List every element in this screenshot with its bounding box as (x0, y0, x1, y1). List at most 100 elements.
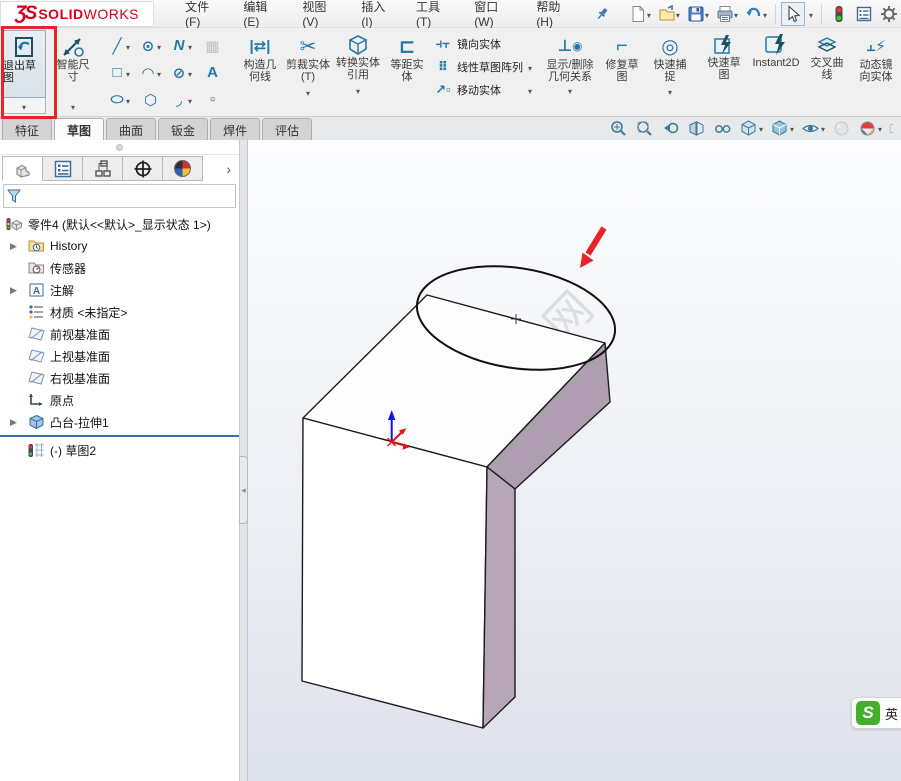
mirror-entities-button[interactable]: ⫞⫟ 镜向实体 (432, 34, 534, 54)
relations-caret-icon (568, 83, 572, 97)
tree-item-boss-extrude[interactable]: 凸台-拉伸1 (0, 411, 239, 433)
hide-show-items-button[interactable] (801, 119, 825, 138)
move-entities-button[interactable]: ↗▫ 移动实体 (432, 80, 534, 100)
intersection-curve-button[interactable]: 交叉曲线 (804, 30, 850, 114)
arc-icon: ◠ (140, 64, 156, 82)
tab-features[interactable]: 特征 (2, 118, 52, 140)
tree-item-sensors[interactable]: 传感器 (0, 257, 239, 279)
view-settings-button[interactable] (889, 119, 899, 138)
dynamic-mirror-button[interactable]: ⫠⚡ 动态镜向实体 (850, 30, 901, 114)
rebuild-button[interactable] (827, 2, 851, 26)
line-tool[interactable]: ╱ (104, 32, 135, 59)
ellipse-tool[interactable]: ⊘ (166, 59, 197, 86)
panel-splitter-handle[interactable] (0, 140, 239, 155)
open-button[interactable] (655, 2, 683, 26)
undo-button[interactable] (742, 2, 770, 26)
construction-geometry-button[interactable]: |⇄| 构造几何线 (236, 30, 284, 114)
tab-dimxpert-manager[interactable] (122, 156, 163, 181)
tab-weldments[interactable]: 焊件 (210, 118, 260, 140)
quick-snaps-button[interactable]: ◎ 快速捕捉 (646, 30, 694, 114)
tab-evaluate[interactable]: 评估 (262, 118, 312, 140)
tree-item-material[interactable]: 材质 <未指定> (0, 301, 239, 323)
display-style-button[interactable] (770, 119, 794, 138)
tree-item-history[interactable]: History (0, 235, 239, 257)
tab-sketch[interactable]: 草图 (54, 118, 104, 140)
view-annotations-button[interactable] (713, 119, 732, 138)
point-tool[interactable]: ▫ (197, 86, 228, 113)
new-document-button[interactable] (626, 2, 654, 26)
tree-item-right-plane[interactable]: 右视基准面 (0, 367, 239, 389)
tab-property-manager[interactable] (42, 156, 83, 181)
ime-language-label[interactable]: 英 (885, 704, 898, 723)
rapid-sketch-button[interactable]: 快速草图 (700, 30, 748, 114)
intersection-curve-label: 交叉曲线 (807, 57, 847, 81)
smart-dimension-label: 智能尺寸 (53, 59, 93, 83)
display-manager-icon (174, 160, 191, 177)
view-orientation-button[interactable] (739, 119, 763, 138)
sketch-pattern-tool[interactable]: ▦ (197, 32, 228, 59)
circle-tool[interactable]: ⊙ (135, 32, 166, 59)
tree-item-front-plane[interactable]: 前视基准面 (0, 323, 239, 345)
expand-arrow-icon[interactable] (10, 417, 20, 428)
linear-pattern-button[interactable]: ⠿ 线性草图阵列 (432, 57, 534, 77)
slot-tool[interactable]: ⬭ (104, 86, 135, 113)
ime-toolbar[interactable]: S 英 (851, 697, 901, 729)
exit-sketch-button[interactable]: 退出草图 (2, 30, 46, 98)
model-canvas[interactable]: 软件自学网 WWW.RJZXW.COM (248, 140, 901, 781)
line-icon: ╱ (109, 37, 125, 55)
instant2d-button[interactable]: Instant2D (748, 30, 804, 114)
tree-item-origin[interactable]: 原点 (0, 389, 239, 411)
display-delete-relations-button[interactable]: ⊥◉ 显示/删除几何关系 (542, 30, 598, 114)
panel-tabs-overflow-chevron[interactable]: › (202, 156, 237, 181)
panel-collapse-handle[interactable]: ◂ (239, 456, 248, 524)
sogou-logo-icon[interactable]: S (856, 701, 880, 725)
tree-item-sketch2[interactable]: (-) 草图2 (0, 439, 239, 461)
zoom-to-fit-button[interactable] (609, 119, 628, 138)
pin-menu-icon[interactable] (593, 4, 612, 24)
slot-caret-icon (126, 91, 130, 108)
graphics-viewport[interactable]: 软件自学网 WWW.RJZXW.COM (248, 140, 901, 781)
expand-arrow-icon[interactable] (10, 285, 20, 296)
previous-view-button[interactable] (661, 119, 680, 138)
plane-icon (28, 370, 45, 386)
tree-item-annotations[interactable]: A 注解 (0, 279, 239, 301)
text-tool[interactable]: A (197, 59, 228, 86)
edit-appearance-button[interactable] (832, 119, 851, 138)
model-boss-extrude[interactable] (302, 295, 610, 728)
apply-scene-button[interactable] (858, 119, 882, 138)
select-tool-caret[interactable] (806, 4, 816, 24)
smart-dimension-button[interactable]: 智能尺寸 (50, 30, 96, 98)
save-button[interactable] (684, 2, 712, 26)
arc-tool[interactable]: ◠ (135, 59, 166, 86)
rectangle-icon: □ (109, 64, 125, 81)
tree-item-top-plane[interactable]: 上视基准面 (0, 345, 239, 367)
section-view-button[interactable] (687, 119, 706, 138)
options-button[interactable] (852, 2, 876, 26)
rollback-bar[interactable] (0, 435, 239, 437)
repair-sketch-button[interactable]: ⌐ 修复草图 (598, 30, 646, 114)
tab-surfaces[interactable]: 曲面 (106, 118, 156, 140)
tree-filter-input[interactable] (25, 187, 235, 205)
settings-button[interactable] (877, 2, 901, 26)
offset-entities-button[interactable]: ⊏ 等距实体 (384, 30, 430, 114)
tab-sheetmetal[interactable]: 钣金 (158, 118, 208, 140)
polygon-tool[interactable]: ⬡ (135, 86, 166, 113)
zoom-to-area-button[interactable] (635, 119, 654, 138)
trim-entities-button[interactable]: ✂ 剪裁实体(T) (284, 30, 332, 114)
rectangle-tool[interactable]: □ (104, 59, 135, 86)
fillet-tool[interactable]: ◞ (166, 86, 197, 113)
tab-configuration-manager[interactable] (82, 156, 123, 181)
spline-tool[interactable]: N (166, 32, 197, 59)
configuration-manager-icon (93, 159, 113, 179)
print-button[interactable] (713, 2, 741, 26)
tree-item-part[interactable]: 零件4 (默认<<默认>_显示状态 1>) (0, 213, 239, 235)
select-tool-button[interactable] (781, 2, 805, 26)
exit-sketch-dropdown[interactable] (2, 98, 46, 114)
tab-featuremanager-tree[interactable] (2, 156, 43, 181)
convert-entities-button[interactable]: 转换实体引用 (332, 30, 384, 114)
expand-arrow-icon[interactable] (10, 241, 20, 252)
tab-display-manager[interactable] (162, 156, 203, 181)
origin-icon (28, 392, 45, 408)
smart-dimension-dropdown[interactable] (50, 98, 96, 114)
panel-viewport-splitter[interactable]: ◂ (240, 140, 248, 781)
